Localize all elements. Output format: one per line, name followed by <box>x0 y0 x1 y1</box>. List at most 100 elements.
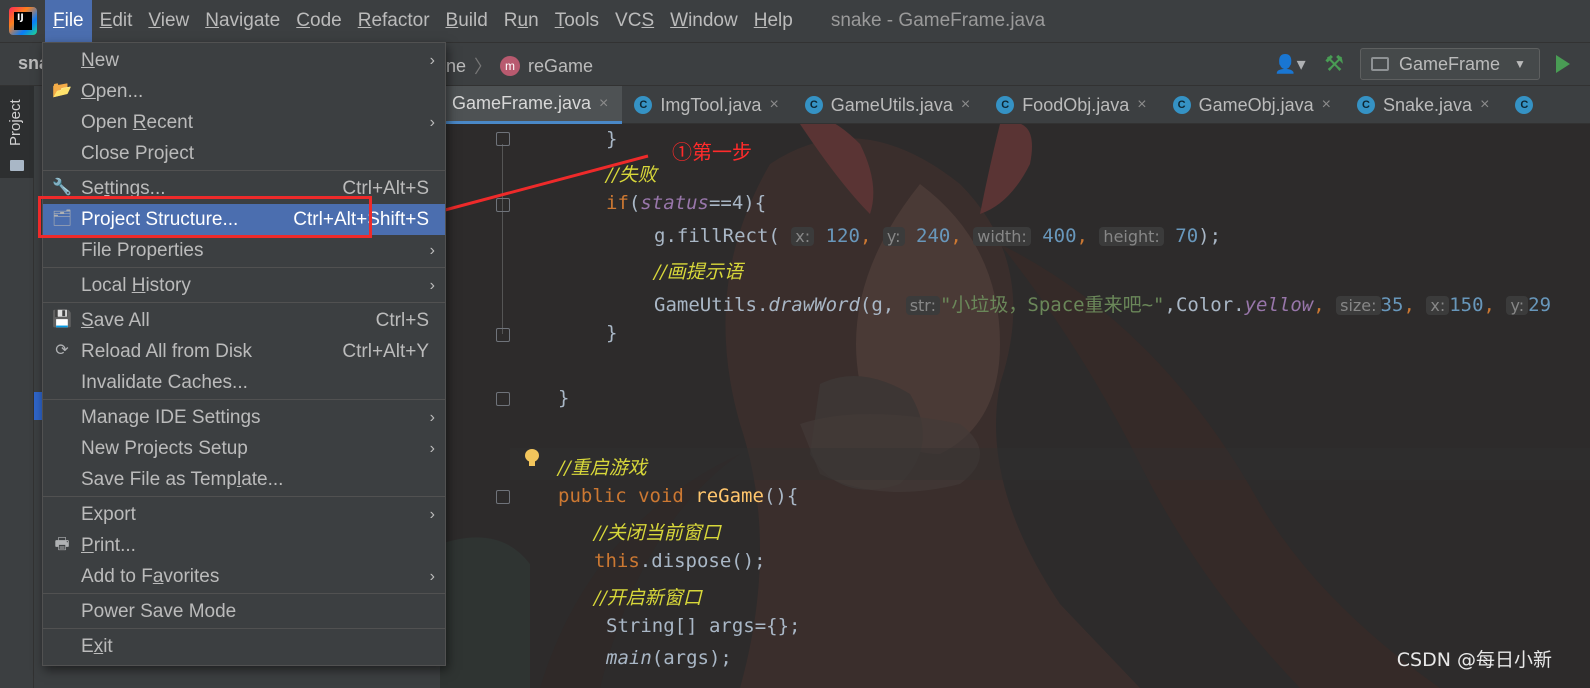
menu-code[interactable]: Code <box>288 0 349 42</box>
tab-label: FoodObj.java <box>1022 94 1130 115</box>
application-icon <box>1371 57 1389 71</box>
annotation-highlight-box <box>38 196 372 238</box>
editor-tab-bar: GameFrame.java × C ImgTool.java × C Game… <box>440 86 1590 124</box>
menu-separator <box>43 496 445 497</box>
left-tool-strip: Project <box>0 86 34 688</box>
tab-overflow[interactable]: C <box>1503 86 1547 124</box>
tab-label: ImgTool.java <box>660 94 762 115</box>
menu-separator <box>43 267 445 268</box>
menu-refactor[interactable]: Refactor <box>350 0 438 42</box>
build-hammer-icon[interactable]: ⚒ <box>1324 51 1344 77</box>
menu-view[interactable]: View <box>140 0 197 42</box>
menu-vcs[interactable]: VCS <box>607 0 662 42</box>
close-icon[interactable]: × <box>599 95 608 113</box>
intellij-logo-icon: IJ <box>9 7 37 35</box>
menu-item-new-projects-setup[interactable]: New Projects Setup › <box>43 433 445 464</box>
fold-marker-icon[interactable] <box>496 198 510 212</box>
menu-run[interactable]: Run <box>496 0 547 42</box>
java-class-icon: C <box>996 96 1015 114</box>
menu-item-save-file-as-template[interactable]: Save File as Template... <box>43 464 445 495</box>
menu-separator <box>43 170 445 171</box>
menu-separator <box>43 628 445 629</box>
printer-icon: 🖶 <box>54 536 70 553</box>
fold-marker-icon[interactable] <box>496 328 510 342</box>
menu-file[interactable]: File <box>45 0 92 42</box>
menu-item-close-project[interactable]: Close Project <box>43 138 445 169</box>
folder-open-icon: 📂 <box>52 82 72 99</box>
chevron-right-icon: › <box>429 51 435 69</box>
fold-marker-icon[interactable] <box>496 132 510 146</box>
watermark: CSDN @每日小新 <box>1396 649 1552 671</box>
menu-item-open[interactable]: 📂 Open... <box>43 76 445 107</box>
tab-snake[interactable]: C Snake.java × <box>1345 86 1503 124</box>
menu-item-power-save-mode[interactable]: Power Save Mode <box>43 596 445 627</box>
java-class-icon: C <box>634 96 653 114</box>
menu-item-save-all[interactable]: 💾 Save All Ctrl+S <box>43 305 445 336</box>
code-editor[interactable]: } //失败 if(status==4){ g.fillRect( x: 120… <box>440 124 1590 688</box>
file-menu-dropdown: New › 📂 Open... Open Recent › Close Proj… <box>42 42 446 666</box>
code-line: main(args); <box>606 647 732 669</box>
menu-item-local-history[interactable]: Local History › <box>43 270 445 301</box>
code-line: GameUtils.drawWord(g, str: "小垃圾，Space重来吧~… <box>654 294 1552 316</box>
breadcrumb: ne 〉 m reGame <box>446 53 593 79</box>
menu-edit[interactable]: Edit <box>92 0 141 42</box>
menu-help[interactable]: Help <box>746 0 801 42</box>
menu-item-manage-ide-settings[interactable]: Manage IDE Settings › <box>43 402 445 433</box>
menu-item-reload[interactable]: ⟳ Reload All from Disk Ctrl+Alt+Y <box>43 336 445 367</box>
menu-separator <box>43 593 445 594</box>
code-comment: //关闭当前窗口 <box>594 522 721 544</box>
tab-gameframe[interactable]: GameFrame.java × <box>440 86 623 124</box>
menu-item-new[interactable]: New › <box>43 45 445 76</box>
window-title: snake - GameFrame.java <box>830 10 1046 31</box>
code-line: } <box>606 128 618 150</box>
close-icon[interactable]: × <box>1322 96 1331 114</box>
code-line: } <box>558 387 570 409</box>
close-icon[interactable]: × <box>961 96 970 114</box>
tab-gameobj[interactable]: C GameObj.java × <box>1161 86 1345 124</box>
run-play-icon[interactable] <box>1556 55 1570 73</box>
menu-item-file-properties[interactable]: File Properties › <box>43 235 445 266</box>
java-class-icon: C <box>1357 96 1375 114</box>
code-line: g.fillRect( x: 120, y: 240, width: 400, … <box>654 225 1222 247</box>
code-line: } <box>606 322 618 344</box>
project-tool-button[interactable]: Project <box>0 86 34 178</box>
chevron-right-icon: › <box>429 505 435 523</box>
close-icon[interactable]: × <box>1137 96 1146 114</box>
fold-marker-icon[interactable] <box>496 392 510 406</box>
breadcrumb-class[interactable]: ne <box>446 56 466 77</box>
tab-label: GameObj.java <box>1198 94 1314 115</box>
code-line: String[] args={}; <box>606 615 801 637</box>
annotation-step-label: ①第一步 <box>672 140 752 164</box>
menu-tools[interactable]: Tools <box>547 0 607 42</box>
breadcrumb-method[interactable]: reGame <box>528 56 593 77</box>
fold-marker-icon[interactable] <box>496 490 510 504</box>
menu-item-open-recent[interactable]: Open Recent › <box>43 107 445 138</box>
menu-build[interactable]: Build <box>438 0 496 42</box>
chevron-right-icon: › <box>429 276 435 294</box>
refresh-icon: ⟳ <box>55 342 69 359</box>
tab-label: GameUtils.java <box>830 94 953 115</box>
tab-gameutils[interactable]: C GameUtils.java × <box>793 86 984 124</box>
close-icon[interactable]: × <box>1480 96 1489 114</box>
menu-window[interactable]: Window <box>662 0 746 42</box>
menu-item-print[interactable]: 🖶 Print... <box>43 530 445 561</box>
menu-item-add-to-favorites[interactable]: Add to Favorites › <box>43 561 445 592</box>
run-configuration-dropdown[interactable]: GameFrame ▼ <box>1360 48 1540 80</box>
wrench-icon: 🔧 <box>52 179 72 196</box>
code-line: if(status==4){ <box>606 192 767 214</box>
tab-foodobj[interactable]: C FoodObj.java × <box>984 86 1160 124</box>
java-class-icon: C <box>804 96 823 114</box>
lightbulb-icon[interactable] <box>524 449 540 467</box>
menu-item-exit[interactable]: Exit <box>43 631 445 662</box>
menu-separator <box>43 399 445 400</box>
method-icon: m <box>500 56 521 76</box>
tab-label: GameFrame.java <box>452 93 592 113</box>
menu-item-export[interactable]: Export › <box>43 499 445 530</box>
menu-navigate[interactable]: Navigate <box>197 0 288 42</box>
user-account-icon[interactable]: 👤▾ <box>1274 50 1308 78</box>
tab-imgtool[interactable]: C ImgTool.java × <box>622 86 792 124</box>
menu-item-invalidate-caches[interactable]: Invalidate Caches... <box>43 367 445 398</box>
close-icon[interactable]: × <box>769 96 778 114</box>
chevron-right-icon: › <box>429 408 435 426</box>
menu-bar: IJ File Edit View Navigate Code Refactor… <box>0 0 1590 42</box>
